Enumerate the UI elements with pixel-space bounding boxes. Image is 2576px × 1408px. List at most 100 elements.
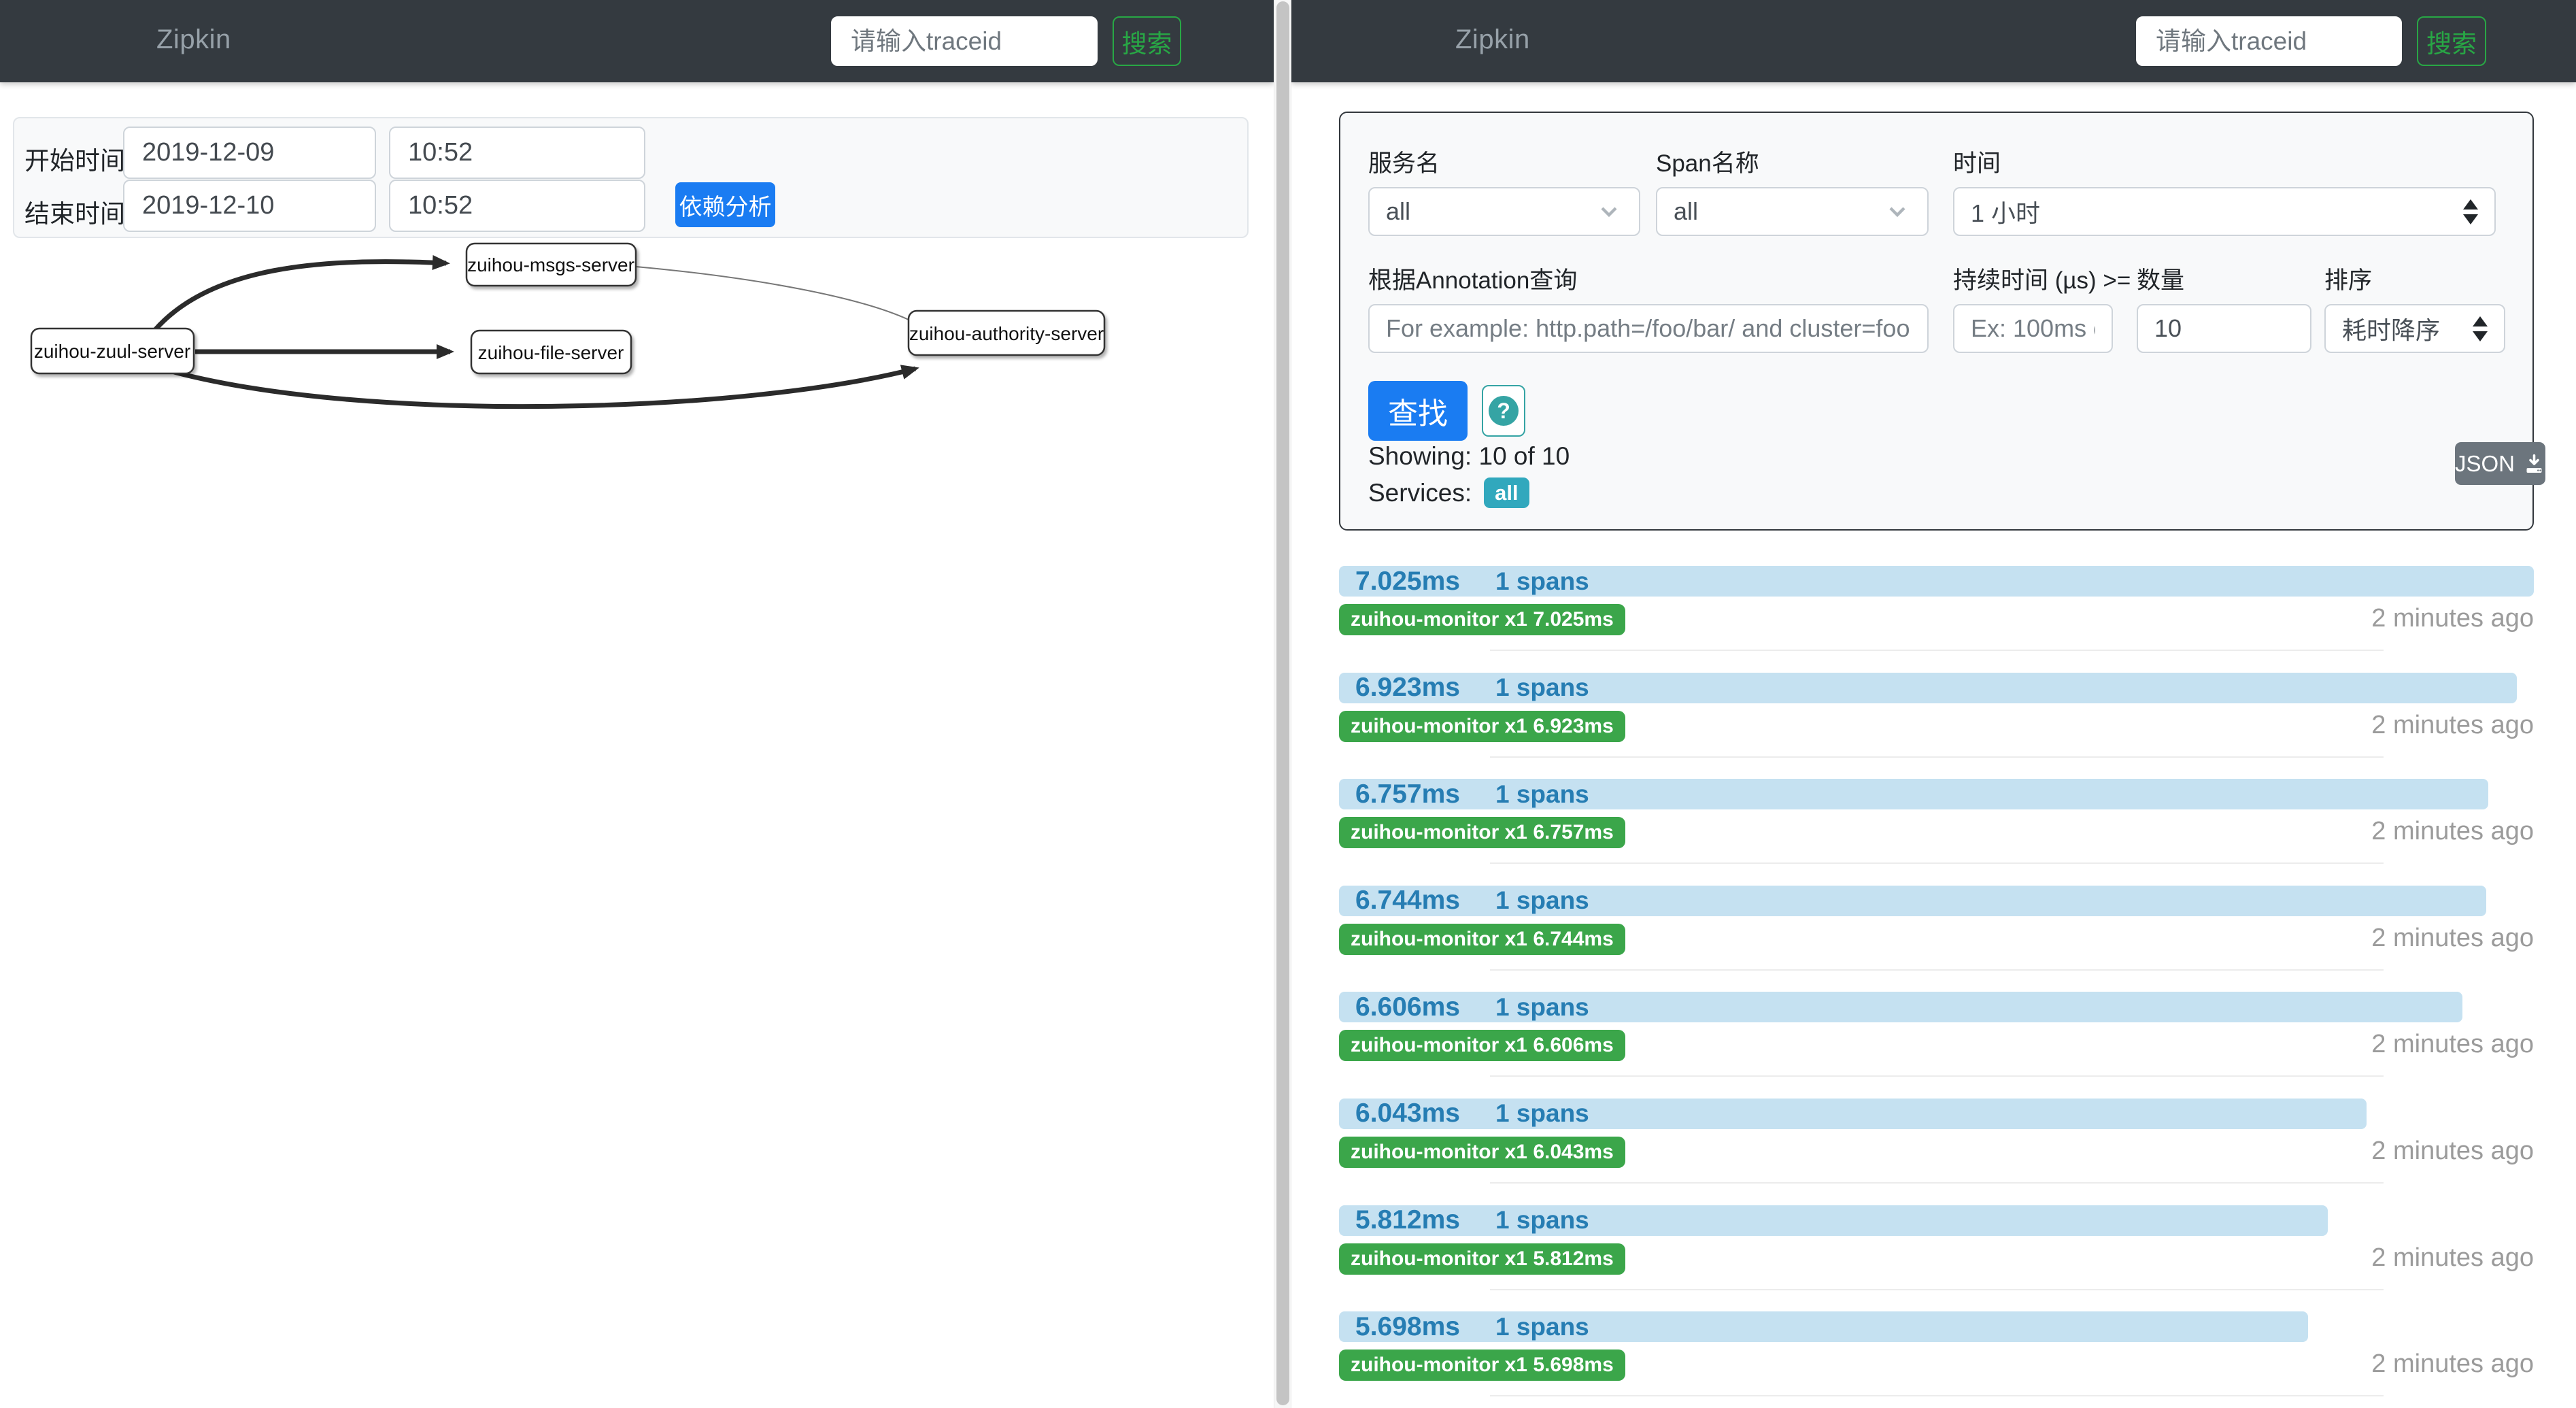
trace-row-divider bbox=[1490, 969, 2384, 971]
showing-count-text: Showing: 10 of 10 bbox=[1368, 442, 1570, 471]
service-select[interactable]: all bbox=[1368, 187, 1640, 236]
zipkin-brand[interactable]: Zipkin bbox=[1455, 24, 1530, 55]
trace-meta-row: zuihou-monitor x1 5.812ms 2 minutes ago bbox=[1339, 1243, 2534, 1275]
left-panel-dependency: Zipkin 搜索 开始时间 结束时间 依赖分析 bbox=[0, 0, 1274, 1408]
trace-service-badge[interactable]: zuihou-monitor x1 6.923ms bbox=[1339, 711, 1625, 742]
trace-service-badge[interactable]: zuihou-monitor x1 6.757ms bbox=[1339, 817, 1625, 848]
sort-select[interactable]: 耗时降序 bbox=[2324, 304, 2505, 353]
left-panel-scrollbar-thumb[interactable] bbox=[1276, 1, 1289, 1405]
trace-service-badge[interactable]: zuihou-monitor x1 6.606ms bbox=[1339, 1030, 1625, 1061]
trace-duration-text: 5.812ms bbox=[1355, 1201, 1460, 1240]
trace-duration-bar[interactable]: 6.744ms 1 spans bbox=[1339, 886, 2486, 916]
graph-node-file[interactable]: zuihou-file-server bbox=[471, 331, 631, 373]
dependency-graph: zuihou-zuul-server zuihou-msgs-server zu… bbox=[0, 238, 1274, 463]
right-navbar: Zipkin 搜索 bbox=[1291, 0, 2576, 82]
trace-meta-row: zuihou-monitor x1 6.757ms 2 minutes ago bbox=[1339, 817, 2534, 848]
question-mark-icon: ? bbox=[1489, 396, 1519, 426]
left-navbar: Zipkin 搜索 bbox=[0, 0, 1274, 82]
trace-row[interactable]: 6.923ms 1 spans zuihou-monitor x1 6.923m… bbox=[1339, 673, 2534, 780]
lookback-select-value: 1 小时 bbox=[1971, 194, 2040, 229]
json-button-label: JSON bbox=[2455, 451, 2515, 477]
help-button[interactable]: ? bbox=[1482, 385, 1525, 437]
edge-msgs-to-authority bbox=[636, 267, 909, 320]
trace-row[interactable]: 6.043ms 1 spans zuihou-monitor x1 6.043m… bbox=[1339, 1099, 2534, 1205]
limit-input[interactable] bbox=[2137, 304, 2311, 353]
trace-row[interactable]: 5.698ms 1 spans zuihou-monitor x1 5.698m… bbox=[1339, 1311, 2534, 1408]
download-icon bbox=[2523, 452, 2545, 475]
traceid-search-input[interactable] bbox=[831, 16, 1098, 66]
trace-duration-bar[interactable]: 6.606ms 1 spans bbox=[1339, 992, 2462, 1022]
trace-duration-bar[interactable]: 6.923ms 1 spans bbox=[1339, 673, 2517, 703]
trace-duration-text: 6.744ms bbox=[1355, 881, 1460, 920]
trace-service-badge[interactable]: zuihou-monitor x1 5.698ms bbox=[1339, 1350, 1625, 1381]
trace-row-divider bbox=[1490, 1075, 2384, 1077]
svg-text:zuihou-msgs-server: zuihou-msgs-server bbox=[467, 254, 634, 275]
zipkin-brand[interactable]: Zipkin bbox=[156, 24, 231, 55]
sort-label: 排序 bbox=[2324, 261, 2372, 296]
zipkin-dual-app: Zipkin 搜索 开始时间 结束时间 依赖分析 bbox=[0, 0, 2576, 1408]
start-date-input[interactable] bbox=[123, 127, 376, 179]
trace-duration-bar[interactable]: 6.757ms 1 spans bbox=[1339, 779, 2488, 809]
trace-row[interactable]: 7.025ms 1 spans zuihou-monitor x1 7.025m… bbox=[1339, 566, 2534, 673]
edge-zuul-to-authority bbox=[174, 369, 915, 407]
start-time-label: 开始时间 bbox=[24, 140, 125, 177]
select-updown-icon bbox=[2473, 316, 2488, 341]
trace-duration-text: 6.757ms bbox=[1355, 775, 1460, 814]
end-time-label: 结束时间 bbox=[24, 193, 125, 230]
start-clock-input[interactable] bbox=[389, 127, 645, 179]
traceid-search-button[interactable]: 搜索 bbox=[1113, 16, 1181, 66]
services-all-badge[interactable]: all bbox=[1484, 477, 1529, 508]
dependency-filter-card: 开始时间 结束时间 依赖分析 bbox=[13, 117, 1249, 238]
traceid-search-input[interactable] bbox=[2136, 16, 2402, 66]
trace-duration-bar[interactable]: 6.043ms 1 spans bbox=[1339, 1099, 2367, 1129]
time-label: 时间 bbox=[1953, 144, 2001, 179]
trace-time-ago: 2 minutes ago bbox=[2371, 1137, 2534, 1166]
limit-label: 数量 bbox=[2137, 261, 2184, 296]
json-download-button[interactable]: JSON bbox=[2455, 442, 2545, 485]
select-updown-icon bbox=[2463, 199, 2478, 224]
chevron-down-icon bbox=[1884, 198, 1911, 225]
trace-time-ago: 2 minutes ago bbox=[2371, 817, 2534, 846]
trace-span-count: 1 spans bbox=[1495, 1094, 1589, 1133]
span-select[interactable]: all bbox=[1656, 187, 1929, 236]
trace-meta-row: zuihou-monitor x1 6.043ms 2 minutes ago bbox=[1339, 1137, 2534, 1168]
trace-service-badge[interactable]: zuihou-monitor x1 7.025ms bbox=[1339, 604, 1625, 635]
trace-service-badge[interactable]: zuihou-monitor x1 5.812ms bbox=[1339, 1243, 1625, 1275]
annotation-query-label: 根据Annotation查询 bbox=[1368, 261, 1577, 296]
trace-duration-bar[interactable]: 5.698ms 1 spans bbox=[1339, 1311, 2308, 1342]
chevron-down-icon bbox=[1595, 198, 1623, 225]
trace-service-badge[interactable]: zuihou-monitor x1 6.043ms bbox=[1339, 1137, 1625, 1168]
trace-row-divider bbox=[1490, 650, 2384, 651]
find-traces-button[interactable]: 查找 bbox=[1368, 381, 1468, 441]
trace-duration-text: 5.698ms bbox=[1355, 1307, 1460, 1347]
traceid-search-button[interactable]: 搜索 bbox=[2417, 16, 2486, 66]
trace-row[interactable]: 5.812ms 1 spans zuihou-monitor x1 5.812m… bbox=[1339, 1205, 2534, 1312]
end-clock-input[interactable] bbox=[389, 180, 645, 232]
edge-zuul-to-msgs bbox=[155, 262, 446, 330]
trace-row-divider bbox=[1490, 1289, 2384, 1290]
right-panel-traces: Zipkin 搜索 服务名 Span名称 时间 all all bbox=[1291, 0, 2576, 1408]
trace-row[interactable]: 6.757ms 1 spans zuihou-monitor x1 6.757m… bbox=[1339, 779, 2534, 886]
graph-node-authority[interactable]: zuihou-authority-server bbox=[909, 311, 1104, 355]
trace-service-badge[interactable]: zuihou-monitor x1 6.744ms bbox=[1339, 924, 1625, 955]
trace-duration-bar[interactable]: 7.025ms 1 spans bbox=[1339, 566, 2534, 597]
trace-span-count: 1 spans bbox=[1495, 1307, 1589, 1347]
sort-select-value: 耗时降序 bbox=[2342, 311, 2440, 346]
trace-duration-text: 6.043ms bbox=[1355, 1094, 1460, 1133]
trace-row-divider bbox=[1490, 1182, 2384, 1184]
trace-span-count: 1 spans bbox=[1495, 562, 1589, 601]
trace-row[interactable]: 6.744ms 1 spans zuihou-monitor x1 6.744m… bbox=[1339, 886, 2534, 992]
duration-input[interactable] bbox=[1953, 304, 2113, 353]
trace-duration-bar[interactable]: 5.812ms 1 spans bbox=[1339, 1205, 2328, 1236]
lookback-select[interactable]: 1 小时 bbox=[1953, 187, 2496, 236]
service-select-value: all bbox=[1386, 197, 1410, 226]
trace-row[interactable]: 6.606ms 1 spans zuihou-monitor x1 6.606m… bbox=[1339, 992, 2534, 1099]
annotation-query-input[interactable] bbox=[1368, 304, 1929, 353]
graph-node-zuul[interactable]: zuihou-zuul-server bbox=[31, 329, 194, 373]
trace-time-ago: 2 minutes ago bbox=[2371, 604, 2534, 633]
graph-node-msgs[interactable]: zuihou-msgs-server bbox=[467, 244, 636, 286]
dependency-analyze-button[interactable]: 依赖分析 bbox=[675, 182, 775, 227]
trace-search-card: 服务名 Span名称 时间 all all 1 小时 根据Annota bbox=[1339, 112, 2534, 531]
end-date-input[interactable] bbox=[123, 180, 376, 232]
left-panel-scrollbar-track[interactable] bbox=[1274, 0, 1291, 1408]
